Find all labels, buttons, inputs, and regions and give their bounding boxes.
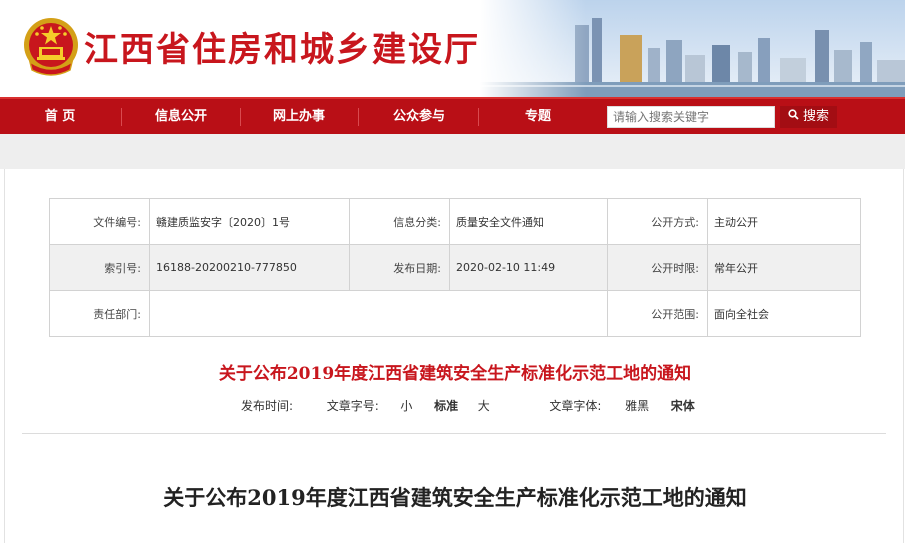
main-nav: 首 页 信息公开 网上办事 公众参与 专题 搜索: [0, 97, 905, 134]
nav-separator: [478, 108, 479, 126]
article-container: 文件编号: 赣建质监安字〔2020〕1号 信息分类: 质量安全文件通知 公开方式…: [4, 169, 904, 543]
site-header: 江西省住房和城乡建设厅: [0, 0, 905, 97]
date-value: 2020-02-10 11:49: [449, 244, 608, 291]
publish-time-label: 发布时间:: [241, 399, 294, 413]
article-title: 关于公布2019年度江西省建筑安全生产标准化示范工地的通知: [163, 485, 747, 510]
search-icon: [788, 106, 799, 128]
search-button-label: 搜索: [802, 109, 829, 124]
document-info-table: 文件编号: 赣建质监安字〔2020〕1号 信息分类: 质量安全文件通知 公开方式…: [49, 198, 861, 337]
font-size-standard[interactable]: 标准: [434, 399, 458, 413]
category-value: 质量安全文件通知: [449, 198, 608, 245]
open-time-label: 公开时限:: [607, 244, 708, 291]
nav-item-topics[interactable]: 专题: [510, 99, 566, 134]
font-size-large[interactable]: 大: [478, 399, 490, 413]
nav-item-info-public[interactable]: 信息公开: [145, 99, 217, 134]
nav-item-public-participation[interactable]: 公众参与: [383, 99, 455, 134]
open-mode-label: 公开方式:: [607, 198, 708, 245]
font-size-label: 文章字号:: [326, 399, 379, 413]
article-tools: 发布时间: 文章字号: 小 标准 大 文章字体: 雅黑 宋体: [241, 397, 699, 414]
font-yahei[interactable]: 雅黑: [625, 399, 649, 413]
font-size-small[interactable]: 小: [400, 399, 412, 413]
nav-separator: [358, 108, 359, 126]
nav-item-home[interactable]: 首 页: [30, 99, 90, 134]
category-label: 信息分类:: [349, 198, 450, 245]
index-value: 16188-20200210-777850: [149, 244, 350, 291]
nav-separator: [240, 108, 241, 126]
search-button[interactable]: 搜索: [780, 106, 837, 128]
open-time-value: 常年公开: [707, 244, 861, 291]
city-skyline-banner: [480, 0, 905, 97]
national-emblem-icon: [24, 18, 78, 76]
breadcrumb-strip: [0, 134, 905, 169]
open-mode-value: 主动公开: [707, 198, 861, 245]
font-song[interactable]: 宋体: [671, 399, 695, 413]
font-face-label: 文章字体:: [549, 399, 602, 413]
nav-separator: [121, 108, 122, 126]
search-input[interactable]: [607, 106, 775, 128]
index-label: 索引号:: [49, 244, 150, 291]
site-title: 江西省住房和城乡建设厅: [84, 30, 480, 70]
dept-label: 责任部门:: [49, 290, 150, 337]
scope-label: 公开范围:: [607, 290, 708, 337]
article-title-red: 关于公布2019年度江西省建筑安全生产标准化示范工地的通知: [218, 364, 692, 384]
scope-value: 面向全社会: [707, 290, 861, 337]
nav-item-online-service[interactable]: 网上办事: [263, 99, 335, 134]
dept-value: [149, 290, 608, 337]
date-label: 发布日期:: [349, 244, 450, 291]
divider: [22, 433, 886, 434]
file-no-value: 赣建质监安字〔2020〕1号: [149, 198, 350, 245]
file-no-label: 文件编号:: [49, 198, 150, 245]
